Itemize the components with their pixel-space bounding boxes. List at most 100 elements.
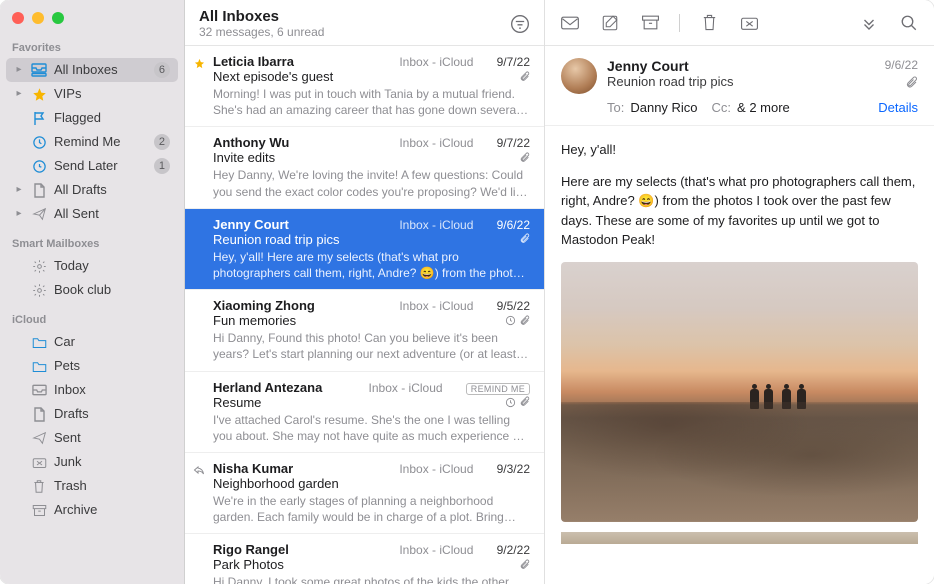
emoji-icon: 😄	[638, 191, 654, 211]
list-title: All Inboxes	[199, 8, 324, 25]
message-preview: I've attached Carol's resume. She's the …	[213, 412, 530, 444]
minimize-window-button[interactable]	[32, 12, 44, 24]
sidebar-label: Remind Me	[54, 133, 148, 151]
reading-pane: Jenny Court Reunion road trip pics 9/6/2…	[545, 0, 934, 584]
sidebar-item-today[interactable]: Today	[6, 254, 178, 278]
message-source: Inbox - iCloud	[369, 381, 443, 395]
message-source: Inbox - iCloud	[399, 136, 473, 150]
sidebar-item-book-club[interactable]: Book club	[6, 278, 178, 302]
sidebar-item-archive[interactable]: Archive	[6, 498, 178, 522]
chevron-right-icon[interactable]: ▸	[14, 85, 24, 103]
clock-send-icon	[30, 157, 48, 175]
get-mail-button[interactable]	[559, 12, 581, 34]
tray-icon	[30, 381, 48, 399]
junk-button[interactable]	[738, 12, 760, 34]
sidebar-item-drafts[interactable]: Drafts	[6, 402, 178, 426]
clock-icon	[505, 397, 516, 408]
gear-icon	[30, 257, 48, 275]
sidebar-item-junk[interactable]: Junk	[6, 450, 178, 474]
message-row[interactable]: Nisha KumarInbox - iCloud 9/3/22Neighbor…	[185, 453, 544, 534]
sidebar-item-vips[interactable]: ▸ VIPs	[6, 82, 178, 106]
sidebar-item-flagged[interactable]: Flagged	[6, 106, 178, 130]
message-subject: Resume	[213, 395, 499, 410]
message-row[interactable]: Xiaoming ZhongInbox - iCloud 9/5/22Fun m…	[185, 290, 544, 371]
message-source: Inbox - iCloud	[399, 543, 473, 557]
paperclip-icon	[520, 71, 530, 83]
body-paragraph: Hey, y'all!	[561, 140, 918, 160]
to-value[interactable]: Danny Rico	[630, 100, 697, 115]
sidebar-item-remind-me[interactable]: Remind Me 2	[6, 130, 178, 154]
sidebar-item-send-later[interactable]: Send Later 1	[6, 154, 178, 178]
junk-icon	[30, 453, 48, 471]
message-body: Hey, y'all! Here are my selects (that's …	[545, 126, 934, 584]
message-date: 9/6/22	[885, 58, 918, 72]
message-source: Inbox - iCloud	[399, 218, 473, 232]
sidebar-label: All Drafts	[54, 181, 170, 199]
filter-button[interactable]	[510, 14, 530, 34]
list-subtitle: 32 messages, 6 unread	[199, 25, 324, 39]
details-link[interactable]: Details	[878, 100, 918, 115]
fullscreen-window-button[interactable]	[52, 12, 64, 24]
sidebar-section-smart: Smart Mailboxes	[0, 234, 184, 254]
cc-label: Cc:	[712, 100, 732, 115]
message-subject: Invite edits	[213, 150, 514, 165]
paperclip-icon	[520, 559, 530, 571]
paperclip-icon	[520, 396, 530, 408]
remind-me-tag: REMIND ME	[466, 383, 530, 395]
archive-button[interactable]	[639, 12, 661, 34]
chevron-right-icon[interactable]: ▸	[14, 181, 24, 199]
message-from: Jenny Court	[607, 58, 875, 74]
sidebar-item-sent[interactable]: Sent	[6, 426, 178, 450]
message-row[interactable]: Jenny CourtInbox - iCloud 9/6/22Reunion …	[185, 209, 544, 290]
delete-button[interactable]	[698, 12, 720, 34]
sidebar-item-trash[interactable]: Trash	[6, 474, 178, 498]
sidebar-label: Today	[54, 257, 170, 275]
chevron-right-icon[interactable]: ▸	[14, 61, 24, 79]
message-source: Inbox - iCloud	[399, 462, 473, 476]
message-subject: Park Photos	[213, 557, 514, 572]
message-date: 9/3/22	[497, 462, 530, 476]
clock-icon	[30, 133, 48, 151]
sidebar-item-pets[interactable]: Pets	[6, 354, 178, 378]
star-icon	[193, 57, 205, 69]
sidebar-item-all-sent[interactable]: ▸ All Sent	[6, 202, 178, 226]
paperplane-icon	[30, 429, 48, 447]
cc-value[interactable]: & 2 more	[737, 100, 790, 115]
paperclip-icon	[520, 152, 530, 164]
more-toolbar-button[interactable]	[858, 12, 880, 34]
message-preview: Hi Danny, Found this photo! Can you beli…	[213, 330, 530, 362]
sidebar-section-favorites: Favorites	[0, 38, 184, 58]
attached-photo[interactable]	[561, 532, 918, 544]
message-source: Inbox - iCloud	[399, 299, 473, 313]
sidebar-label: Pets	[54, 357, 170, 375]
compose-button[interactable]	[599, 12, 621, 34]
search-button[interactable]	[898, 12, 920, 34]
message-list[interactable]: Leticia IbarraInbox - iCloud 9/7/22Next …	[185, 46, 544, 584]
unread-badge: 6	[154, 62, 170, 78]
toolbar	[545, 0, 934, 46]
message-source: Inbox - iCloud	[399, 55, 473, 69]
sidebar-label: Junk	[54, 453, 170, 471]
close-window-button[interactable]	[12, 12, 24, 24]
star-icon	[30, 85, 48, 103]
sidebar-item-all-inboxes[interactable]: ▸ All Inboxes 6	[6, 58, 178, 82]
reply-icon	[193, 464, 205, 476]
message-preview: Hey Danny, We're loving the invite! A fe…	[213, 167, 530, 199]
message-subject: Reunion road trip pics	[607, 74, 875, 89]
message-row[interactable]: Herland AntezanaInbox - iCloud REMIND ME…	[185, 372, 544, 453]
message-from: Jenny Court	[213, 217, 289, 232]
attached-photo[interactable]	[561, 262, 918, 522]
message-row[interactable]: Anthony WuInbox - iCloud 9/7/22Invite ed…	[185, 127, 544, 208]
sidebar-label: Inbox	[54, 381, 170, 399]
message-preview: Morning! I was put in touch with Tania b…	[213, 86, 530, 118]
message-row[interactable]: Leticia IbarraInbox - iCloud 9/7/22Next …	[185, 46, 544, 127]
sidebar-item-car[interactable]: Car	[6, 330, 178, 354]
message-row[interactable]: Rigo RangelInbox - iCloud 9/2/22Park Pho…	[185, 534, 544, 584]
sidebar-item-inbox[interactable]: Inbox	[6, 378, 178, 402]
mail-window: Favorites ▸ All Inboxes 6 ▸ VIPs Flagged	[0, 0, 934, 584]
chevron-right-icon[interactable]: ▸	[14, 205, 24, 223]
toolbar-divider	[679, 14, 680, 32]
avatar	[561, 58, 597, 94]
sidebar-item-all-drafts[interactable]: ▸ All Drafts	[6, 178, 178, 202]
sidebar-label: Flagged	[54, 109, 170, 127]
